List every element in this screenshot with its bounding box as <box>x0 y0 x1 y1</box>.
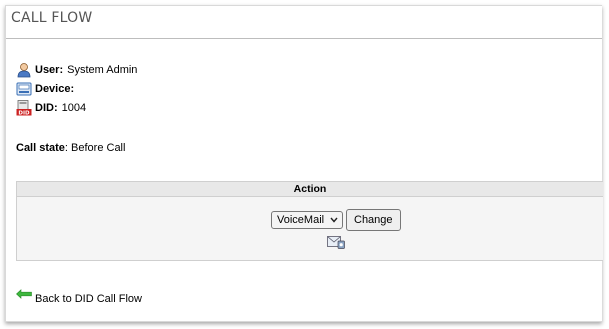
svg-text:DID: DID <box>18 111 30 117</box>
back-to-did-call-flow-link[interactable]: Back to DID Call Flow <box>16 289 142 305</box>
did-value: 1004 <box>61 102 87 114</box>
user-label: User: <box>35 64 64 76</box>
device-label: Device: <box>35 83 75 95</box>
voicemail-icon <box>327 235 345 249</box>
call-state-value: : Before Call <box>64 142 126 154</box>
chevron-down-icon <box>330 216 338 225</box>
did-row: DID DID: 1004 <box>16 99 86 117</box>
back-link-label[interactable]: Back to DID Call Flow <box>35 293 142 305</box>
action-controls: VoiceMail Change <box>271 209 401 231</box>
change-button[interactable]: Change <box>346 209 401 231</box>
action-header: Action <box>17 182 603 197</box>
action-select[interactable]: VoiceMail <box>271 211 343 229</box>
back-arrow-icon <box>16 289 32 299</box>
user-row: User: System Admin <box>16 61 137 79</box>
device-icon <box>16 81 32 97</box>
call-flow-panel: CALL FLOW User: System Admin Device: DID… <box>5 5 603 322</box>
call-state-label: Call state <box>16 142 65 154</box>
user-value: System Admin <box>67 64 138 76</box>
call-state: Call state: Before Call <box>16 142 125 154</box>
did-icon: DID <box>16 100 32 117</box>
action-table: Action VoiceMail Change <box>16 181 603 261</box>
action-select-value: VoiceMail <box>277 214 325 226</box>
device-row: Device: <box>16 80 78 98</box>
user-icon <box>16 62 32 78</box>
page-title: CALL FLOW <box>6 6 602 39</box>
did-label: DID: <box>35 102 58 114</box>
